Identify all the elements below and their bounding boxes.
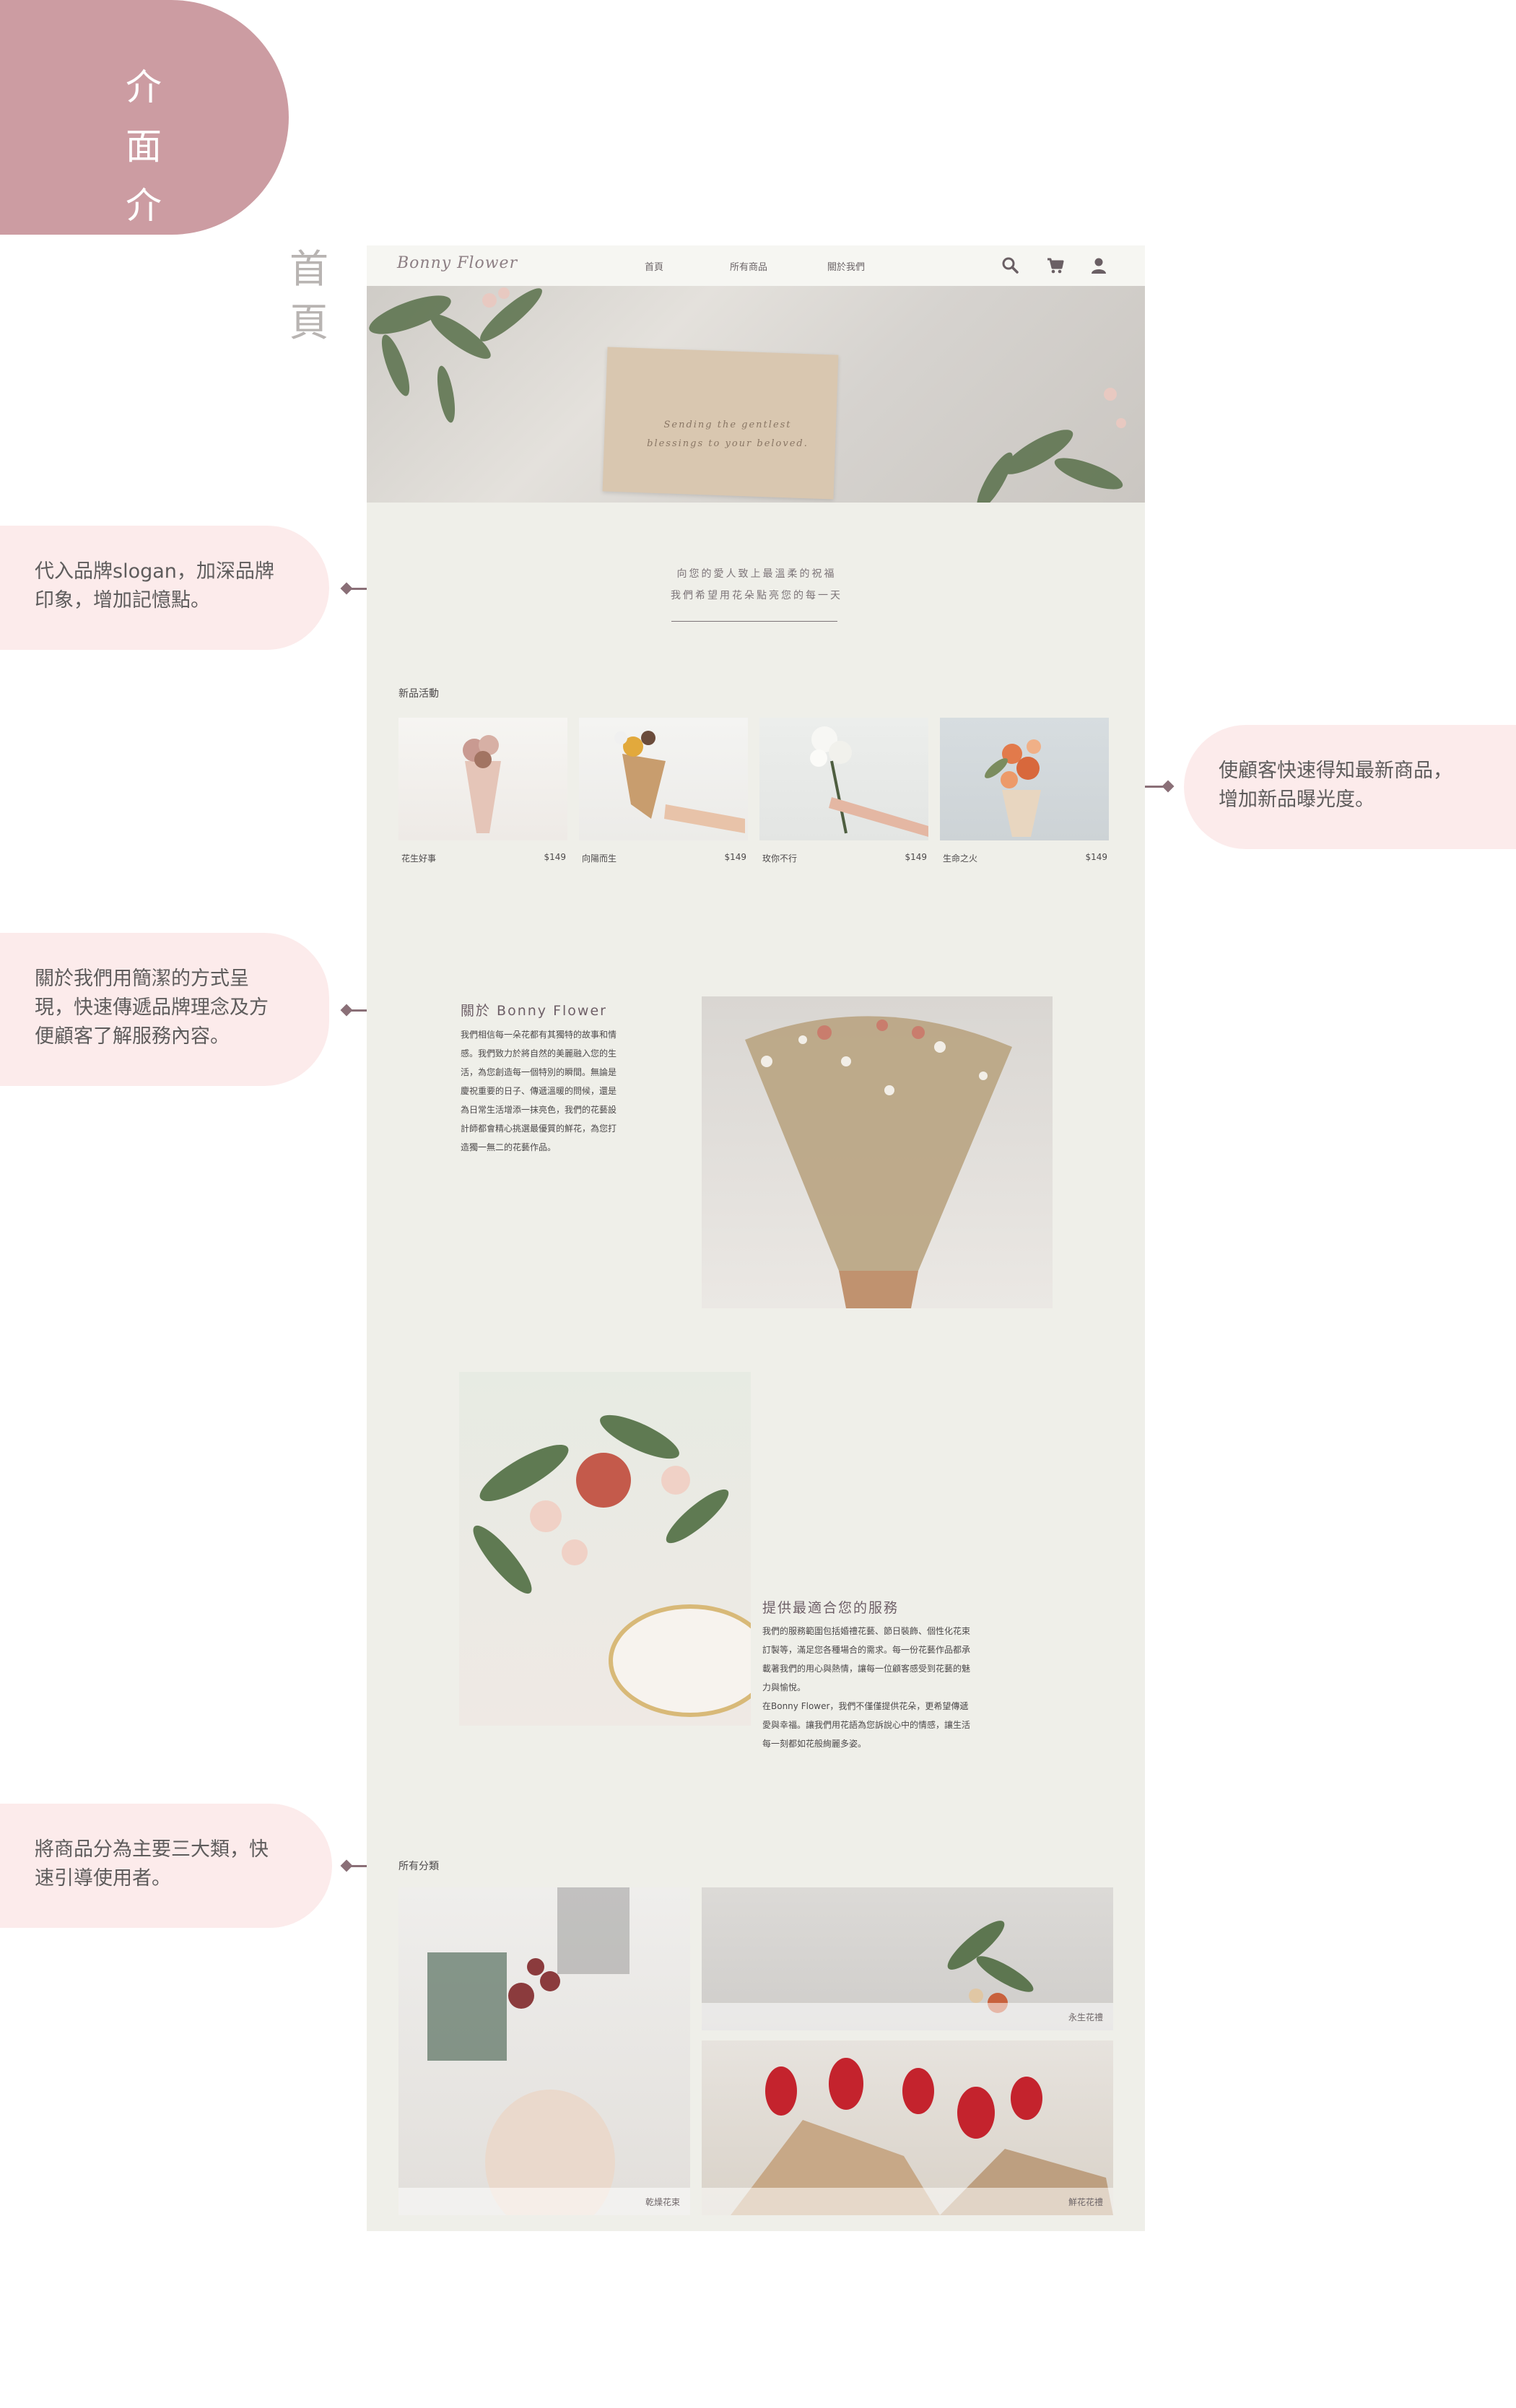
about-line: 計師都會精心挑選最優質的鮮花，為您打 [461, 1123, 617, 1134]
callout-slogan-line1: 代入品牌slogan，加深品牌 [35, 560, 274, 583]
about-line: 造獨一無二的花藝作品。 [461, 1142, 557, 1152]
product-card-image[interactable] [579, 718, 748, 840]
slogan-divider [671, 621, 837, 622]
callout-category: 將商品分為主要三大類，快 速引導使用者。 [0, 1804, 332, 1928]
category-fresh-flowers[interactable]: 鮮花花禮 [702, 2040, 1113, 2215]
callout-slogan-line2: 印象，增加記憶點。 [35, 589, 210, 612]
service-line: 每一刻都如花般絢麗多姿。 [762, 1739, 867, 1749]
service-line: 在Bonny Flower，我們不僅僅提供花朵，更希望傳遞 [762, 1701, 969, 1711]
service-title: 提供最適合您的服務 [762, 1600, 899, 1616]
about-title: 關於 Bonny Flower [461, 1003, 607, 1019]
product-price: $149 [905, 852, 927, 862]
about-line: 我們相信每一朵花都有其獨特的故事和情 [461, 1030, 617, 1040]
product-price: $149 [544, 852, 566, 862]
intro-badge-line2: 介 紹 [126, 185, 170, 286]
callout-slogan-start-marker [340, 582, 353, 595]
product-name[interactable]: 生命之火 [943, 852, 977, 864]
about-description: 我們相信每一朵花都有其獨特的故事和情 感。我們致力於將自然的美麗融入您的生 活，… [461, 1025, 648, 1157]
callout-category-start-marker [340, 1859, 353, 1872]
about-line: 活，為您創造每一個特別的瞬間。無論是 [461, 1067, 617, 1077]
about-line: 為日常生活增添一抹亮色，我們的花藝設 [461, 1105, 617, 1115]
category-label[interactable]: 乾燥花束 [645, 2196, 680, 2208]
product-price: $149 [1085, 852, 1107, 862]
service-line: 我們的服務範圍包括婚禮花藝、節日裝飾、個性化花束 [762, 1626, 971, 1636]
product-name[interactable]: 向陽而生 [582, 852, 617, 864]
callout-about-line3: 便顧客了解服務內容。 [35, 1025, 230, 1048]
product-card-image[interactable] [398, 718, 567, 840]
cart-icon[interactable] [1045, 256, 1066, 276]
intro-badge-text: 介 面 介 紹 [94, 58, 202, 295]
about-photo [702, 996, 1053, 1308]
dried-bouquet-illustration [427, 1887, 630, 2215]
callout-about-line1: 關於我們用簡潔的方式呈 [35, 968, 249, 990]
hero-tagline-line2: blessings to your beloved. [647, 438, 809, 449]
dried-bouquet-illustration [745, 1016, 1012, 1308]
bouquet-illustration [614, 731, 745, 833]
category-dried-bouquet[interactable]: 乾燥花束 [398, 1887, 690, 2215]
callout-about-start-marker [340, 1004, 353, 1017]
hero-banner: Sending the gentlest blessings to your b… [367, 286, 1145, 503]
bouquet-illustration [985, 739, 1041, 837]
callout-about: 關於我們用簡潔的方式呈 現，快速傳遞品牌理念及方 便顧客了解服務內容。 [0, 933, 329, 1086]
category-caption-bar [702, 2188, 1113, 2215]
service-line: 載著我們的用心與熱情，讓每一位顧客感受到花藝的魅 [762, 1664, 971, 1674]
product-price: $149 [724, 852, 746, 862]
site-navbar: Bonny Flower 首頁 所有商品 關於我們 [367, 245, 1145, 286]
table-arrangement-illustration [473, 1414, 751, 1717]
callout-category-line2: 速引導使用者。 [35, 1867, 171, 1890]
product-card-image[interactable] [940, 718, 1109, 840]
service-line: 愛與幸福。讓我們用花語為您訴說心中的情感，讓生活 [762, 1720, 971, 1730]
brand-slogan-line2: 我們希望用花朵點亮您的每一天 [671, 590, 842, 601]
page-label: 首 頁 [287, 243, 331, 349]
callout-new-line1: 使顧客快速得知最新商品， [1219, 760, 1452, 782]
product-name[interactable]: 玫你不行 [762, 852, 797, 864]
site-brand-logo[interactable]: Bonny Flower [397, 254, 518, 272]
service-description: 我們的服務範圍包括婚禮花藝、節日裝飾、個性化花束 訂製等，滿足您各種場合的需求。… [762, 1622, 1008, 1753]
categories-title: 所有分類 [398, 1861, 439, 1872]
callout-about-line2: 現，快速傳遞品牌理念及方 [35, 996, 269, 1019]
category-label[interactable]: 鮮花花禮 [1068, 2196, 1103, 2208]
hero-tagline: Sending the gentlest blessings to your b… [634, 416, 822, 453]
page-label-line2: 頁 [289, 300, 328, 345]
page-label-line1: 首 [289, 246, 328, 292]
nav-products[interactable]: 所有商品 [730, 259, 767, 273]
callout-new-products: 使顧客快速得知最新商品， 增加新品曝光度。 [1184, 725, 1516, 849]
bouquet-illustration [810, 726, 928, 837]
user-icon[interactable] [1089, 256, 1109, 276]
website-mockup: Bonny Flower 首頁 所有商品 關於我們 Sending the ge… [367, 245, 1145, 2231]
product-card-image[interactable] [759, 718, 928, 840]
category-eternal-flowers[interactable]: 永生花禮 [702, 1887, 1113, 2030]
callout-new-line2: 增加新品曝光度。 [1219, 788, 1375, 811]
about-line: 感。我們致力於將自然的美麗融入您的生 [461, 1048, 617, 1059]
brand-slogan: 向您的愛人致上最溫柔的祝福 我們希望用花朵點亮您的每一天 [619, 563, 894, 607]
nav-home[interactable]: 首頁 [645, 259, 663, 273]
callout-category-line1: 將商品分為主要三大類，快 [35, 1838, 269, 1861]
callout-new-end-marker [1162, 780, 1175, 793]
service-line: 力與愉悅。 [762, 1682, 806, 1692]
hero-tagline-line1: Sending the gentlest [663, 420, 792, 430]
intro-badge-line1: 介 面 [126, 66, 170, 168]
nav-about[interactable]: 關於我們 [827, 259, 865, 273]
bouquet-illustration [463, 735, 501, 833]
category-caption-bar [702, 2003, 1113, 2030]
search-icon[interactable] [1001, 256, 1021, 276]
about-line: 慶祝重要的日子、傳遞溫暖的問候，還是 [461, 1086, 617, 1096]
brand-slogan-line1: 向您的愛人致上最溫柔的祝福 [676, 568, 837, 580]
product-name[interactable]: 花生好事 [401, 852, 436, 864]
service-line: 訂製等，滿足您各種場合的需求。每一份花藝作品都承 [762, 1645, 971, 1655]
new-products-title: 新品活動 [398, 688, 439, 700]
service-photo [459, 1372, 751, 1726]
callout-slogan: 代入品牌slogan，加深品牌 印象，增加記憶點。 [0, 526, 329, 650]
category-label[interactable]: 永生花禮 [1068, 2011, 1103, 2023]
